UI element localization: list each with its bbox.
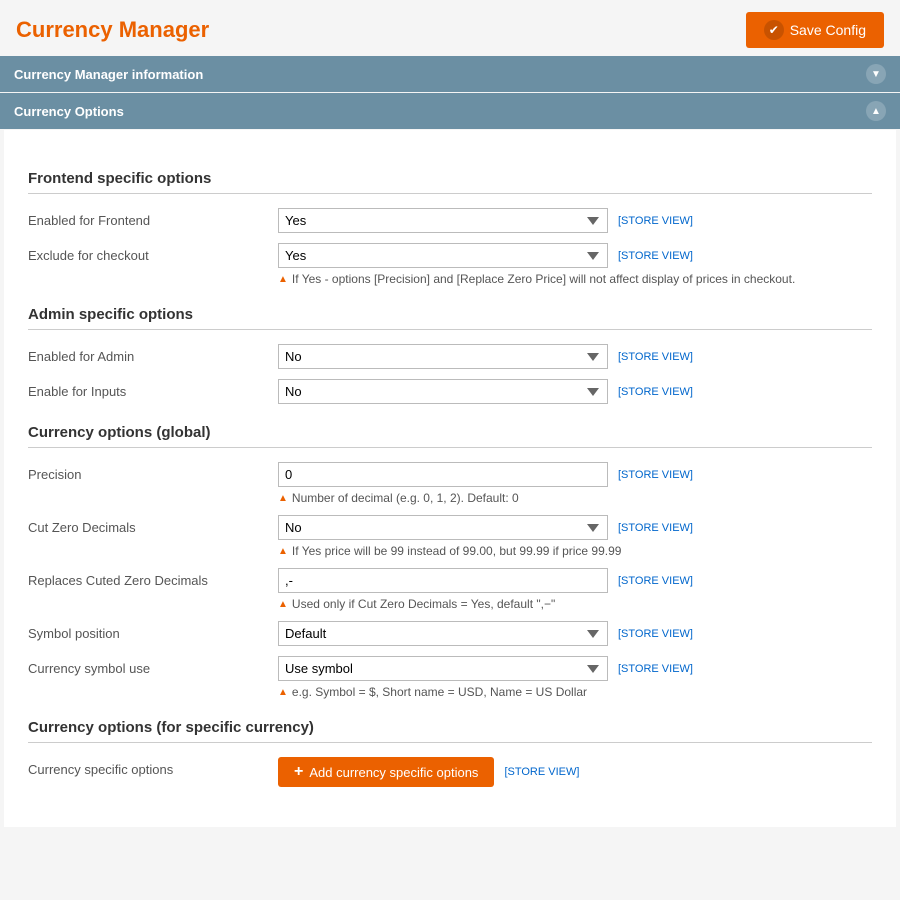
precision-hint-icon: ▲ [278, 493, 288, 504]
frontend-enabled-control: Yes No [STORE VIEW] [278, 208, 872, 233]
admin-section: Admin specific options Enabled for Admin… [28, 306, 872, 404]
frontend-enabled-row: Enabled for Frontend Yes No [STORE VIEW] [28, 208, 872, 233]
exclude-checkout-label: Exclude for checkout [28, 243, 278, 263]
options-section-header[interactable]: Currency Options ▲ [0, 93, 900, 129]
options-toggle-icon: ▲ [866, 101, 886, 121]
currency-symbol-hint: ▲ e.g. Symbol = $, Short name = USD, Nam… [278, 685, 872, 699]
symbol-pos-label: Symbol position [28, 621, 278, 641]
add-currency-button[interactable]: + Add currency specific options [278, 757, 494, 787]
precision-row: Precision [STORE VIEW] ▲ Number of decim… [28, 462, 872, 505]
page-header: Currency Manager ✔ Save Config [0, 0, 900, 56]
precision-control: [STORE VIEW] ▲ Number of decimal (e.g. 0… [278, 462, 872, 505]
currency-specific-control: + Add currency specific options [STORE V… [278, 757, 872, 787]
exclude-checkout-control: Yes No [STORE VIEW] ▲ If Yes - options [… [278, 243, 872, 286]
exclude-checkout-hint-text: If Yes - options [Precision] and [Replac… [292, 272, 872, 286]
cut-zero-control: No Yes [STORE VIEW] ▲ If Yes price will … [278, 515, 872, 558]
cut-zero-hint-icon: ▲ [278, 546, 288, 557]
cut-zero-hint: ▲ If Yes price will be 99 instead of 99.… [278, 544, 872, 558]
cut-zero-row: Cut Zero Decimals No Yes [STORE VIEW] ▲ … [28, 515, 872, 558]
symbol-pos-control: Default Before After [STORE VIEW] [278, 621, 872, 646]
admin-section-title: Admin specific options [28, 306, 872, 330]
options-section-title: Currency Options [14, 104, 124, 119]
exclude-checkout-store-view: [STORE VIEW] [618, 250, 693, 262]
frontend-enabled-label: Enabled for Frontend [28, 208, 278, 228]
admin-enabled-label: Enabled for Admin [28, 344, 278, 364]
exclude-checkout-select[interactable]: Yes No [278, 243, 608, 268]
currency-symbol-control: Use symbol Use short name Use name [STOR… [278, 656, 872, 699]
precision-input[interactable] [278, 462, 608, 487]
replaces-input[interactable] [278, 568, 608, 593]
precision-label: Precision [28, 462, 278, 482]
save-button-label: Save Config [790, 22, 866, 38]
cut-zero-select[interactable]: No Yes [278, 515, 608, 540]
admin-enabled-row: Enabled for Admin No Yes [STORE VIEW] [28, 344, 872, 369]
cut-zero-store-view: [STORE VIEW] [618, 522, 693, 534]
currency-symbol-label: Currency symbol use [28, 656, 278, 676]
hint-triangle-icon: ▲ [278, 274, 288, 285]
save-icon: ✔ [764, 20, 784, 40]
replaces-hint-icon: ▲ [278, 599, 288, 610]
exclude-checkout-hint: ▲ If Yes - options [Precision] and [Repl… [278, 272, 872, 286]
cut-zero-hint-text: If Yes price will be 99 instead of 99.00… [292, 544, 872, 558]
info-section-header[interactable]: Currency Manager information ▼ [0, 56, 900, 92]
currency-symbol-select[interactable]: Use symbol Use short name Use name [278, 656, 608, 681]
replaces-store-view: [STORE VIEW] [618, 575, 693, 587]
currency-specific-section: Currency options (for specific currency)… [28, 719, 872, 787]
replaces-control: [STORE VIEW] ▲ Used only if Cut Zero Dec… [278, 568, 872, 611]
page-title: Currency Manager [16, 17, 209, 43]
currency-specific-row: Currency specific options + Add currency… [28, 757, 872, 787]
plus-icon: + [294, 764, 303, 780]
replaces-row: Replaces Cuted Zero Decimals [STORE VIEW… [28, 568, 872, 611]
symbol-pos-store-view: [STORE VIEW] [618, 628, 693, 640]
currency-symbol-hint-icon: ▲ [278, 687, 288, 698]
precision-hint-text: Number of decimal (e.g. 0, 1, 2). Defaul… [292, 491, 872, 505]
currency-symbol-row: Currency symbol use Use symbol Use short… [28, 656, 872, 699]
currency-specific-title: Currency options (for specific currency) [28, 719, 872, 743]
admin-inputs-store-view: [STORE VIEW] [618, 386, 693, 398]
currency-specific-label: Currency specific options [28, 757, 278, 777]
currency-specific-store-view: [STORE VIEW] [504, 766, 579, 778]
admin-inputs-row: Enable for Inputs No Yes [STORE VIEW] [28, 379, 872, 404]
info-toggle-icon: ▼ [866, 64, 886, 84]
frontend-section: Frontend specific options Enabled for Fr… [28, 170, 872, 286]
precision-hint: ▲ Number of decimal (e.g. 0, 1, 2). Defa… [278, 491, 872, 505]
add-currency-label: Add currency specific options [309, 765, 478, 780]
currency-symbol-hint-text: e.g. Symbol = $, Short name = USD, Name … [292, 685, 872, 699]
admin-enabled-select[interactable]: No Yes [278, 344, 608, 369]
main-content: Frontend specific options Enabled for Fr… [4, 130, 896, 827]
frontend-enabled-store-view: [STORE VIEW] [618, 215, 693, 227]
admin-enabled-store-view: [STORE VIEW] [618, 351, 693, 363]
symbol-pos-select[interactable]: Default Before After [278, 621, 608, 646]
admin-inputs-label: Enable for Inputs [28, 379, 278, 399]
replaces-label: Replaces Cuted Zero Decimals [28, 568, 278, 588]
currency-symbol-store-view: [STORE VIEW] [618, 663, 693, 675]
currency-global-section: Currency options (global) Precision [STO… [28, 424, 872, 699]
replaces-hint: ▲ Used only if Cut Zero Decimals = Yes, … [278, 597, 872, 611]
info-section-title: Currency Manager information [14, 67, 203, 82]
symbol-pos-row: Symbol position Default Before After [ST… [28, 621, 872, 646]
save-config-button[interactable]: ✔ Save Config [746, 12, 884, 48]
admin-inputs-select[interactable]: No Yes [278, 379, 608, 404]
precision-store-view: [STORE VIEW] [618, 469, 693, 481]
cut-zero-label: Cut Zero Decimals [28, 515, 278, 535]
admin-inputs-control: No Yes [STORE VIEW] [278, 379, 872, 404]
replaces-hint-text: Used only if Cut Zero Decimals = Yes, de… [292, 597, 872, 611]
exclude-checkout-row: Exclude for checkout Yes No [STORE VIEW]… [28, 243, 872, 286]
frontend-section-title: Frontend specific options [28, 170, 872, 194]
frontend-enabled-select[interactable]: Yes No [278, 208, 608, 233]
admin-enabled-control: No Yes [STORE VIEW] [278, 344, 872, 369]
currency-global-title: Currency options (global) [28, 424, 872, 448]
